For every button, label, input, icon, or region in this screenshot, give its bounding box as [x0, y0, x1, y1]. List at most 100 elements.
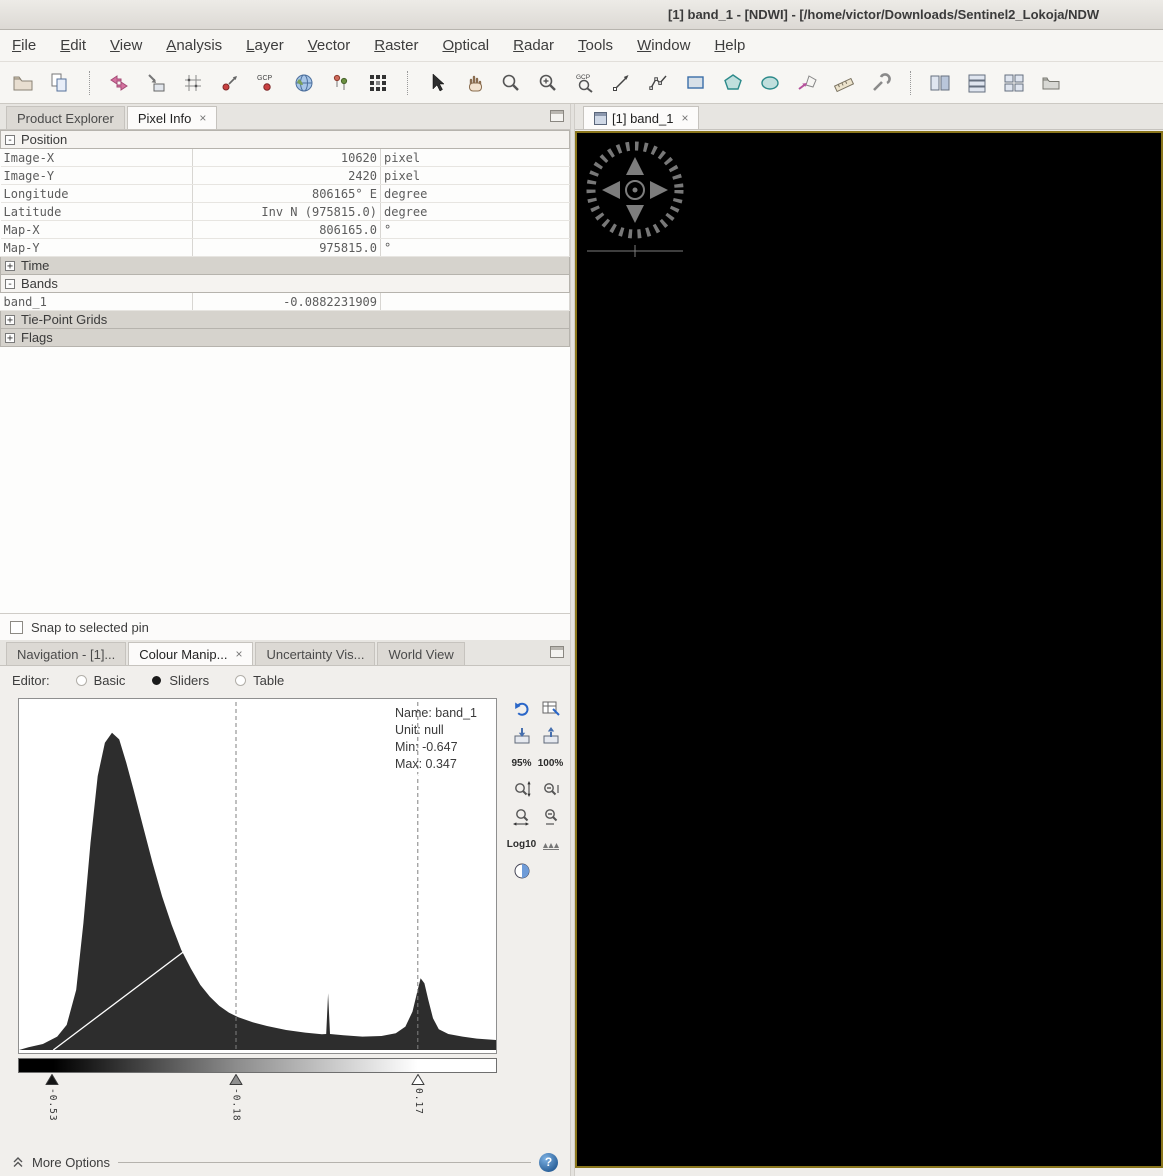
- compass-navigation-control[interactable]: [583, 135, 693, 265]
- zoom-tool-icon[interactable]: [498, 70, 524, 96]
- expand-icon[interactable]: +: [5, 315, 15, 325]
- menu-analysis[interactable]: Analysis: [166, 37, 222, 54]
- zoom-in-horizontal-icon[interactable]: [509, 806, 534, 828]
- editor-radio-basic[interactable]: Basic: [76, 673, 126, 688]
- image-tab-label: [1] band_1: [612, 111, 673, 126]
- insert-geometry-icon[interactable]: [794, 70, 820, 96]
- export-palette-icon[interactable]: [538, 725, 563, 747]
- bottom-tab-colour-manip[interactable]: Colour Manip...×: [128, 642, 253, 665]
- colour-gradient-bar[interactable]: [18, 1058, 497, 1073]
- panel-menu-icon[interactable]: [550, 646, 564, 658]
- menu-layer[interactable]: Layer: [246, 37, 284, 54]
- pixel-row-map-x: Map-X806165.0°: [1, 221, 570, 239]
- explorer-tab-pixel-info[interactable]: Pixel Info×: [127, 106, 218, 129]
- zoom-out-horizontal-icon[interactable]: [538, 806, 563, 828]
- stretch-95-button[interactable]: 95%: [509, 752, 534, 774]
- gcp-add-icon[interactable]: [217, 70, 243, 96]
- ellipse-draw-icon[interactable]: [757, 70, 783, 96]
- expand-icon[interactable]: +: [5, 333, 15, 343]
- bottom-tab-navigation-1[interactable]: Navigation - [1]...: [6, 642, 126, 665]
- line-draw-icon[interactable]: [609, 70, 635, 96]
- menu-tools[interactable]: Tools: [578, 37, 613, 54]
- zoom-in-vertical-icon[interactable]: [509, 779, 534, 801]
- measure-tool-icon[interactable]: [831, 70, 857, 96]
- more-options-label[interactable]: More Options: [32, 1155, 110, 1170]
- section-bands[interactable]: -Bands: [1, 275, 570, 293]
- section-flags[interactable]: +Flags: [1, 329, 570, 347]
- section-tie-point-grids[interactable]: +Tie-Point Grids: [1, 311, 570, 329]
- cell-value: 975815.0: [193, 239, 381, 257]
- open-product-icon[interactable]: [10, 70, 36, 96]
- panel-menu-icon[interactable]: [550, 110, 564, 122]
- editor-radio-sliders[interactable]: Sliders: [151, 673, 209, 688]
- reset-palette-icon[interactable]: [509, 698, 534, 720]
- split-horizontal-icon[interactable]: [964, 70, 990, 96]
- evenly-distribute-icon[interactable]: [538, 833, 563, 855]
- apply-to-other-bands-icon[interactable]: [538, 698, 563, 720]
- editor-radio-table[interactable]: Table: [235, 673, 284, 688]
- image-tab-band1[interactable]: [1] band_1 ×: [583, 106, 699, 129]
- split-vertical-icon[interactable]: [927, 70, 953, 96]
- snap-to-pin-checkbox[interactable]: [10, 621, 23, 634]
- collapse-icon[interactable]: -: [5, 135, 15, 145]
- menu-view[interactable]: View: [110, 37, 142, 54]
- pan-tool-icon[interactable]: [461, 70, 487, 96]
- tile-windows-icon[interactable]: [1001, 70, 1027, 96]
- cascade-windows-icon[interactable]: [1038, 70, 1064, 96]
- palette-editor-icon[interactable]: [509, 860, 534, 882]
- window-titlebar[interactable]: [1] band_1 - [NDWI] - [/home/victor/Down…: [0, 0, 1163, 30]
- pin-manager-icon[interactable]: [328, 70, 354, 96]
- menu-optical[interactable]: Optical: [442, 37, 489, 54]
- editor-row: Editor: BasicSlidersTable: [0, 666, 570, 694]
- menu-radar[interactable]: Radar: [513, 37, 554, 54]
- menu-help[interactable]: Help: [714, 37, 745, 54]
- close-tab-icon[interactable]: ×: [235, 648, 242, 660]
- world-map-icon[interactable]: [291, 70, 317, 96]
- menu-vector[interactable]: Vector: [308, 37, 351, 54]
- slider-triangle-icon: [229, 1074, 242, 1085]
- bottom-tab-uncertainty-vis[interactable]: Uncertainty Vis...: [255, 642, 375, 665]
- colour-slider-2[interactable]: 0.17: [412, 1074, 425, 1115]
- menu-file[interactable]: File: [12, 37, 36, 54]
- selection-tool-icon[interactable]: [424, 70, 450, 96]
- collapse-icon[interactable]: -: [5, 279, 15, 289]
- save-product-icon[interactable]: [47, 70, 73, 96]
- polyline-draw-icon[interactable]: [646, 70, 672, 96]
- tie-point-grid-icon[interactable]: [180, 70, 206, 96]
- section-position[interactable]: -Position: [1, 131, 570, 149]
- menu-raster[interactable]: Raster: [374, 37, 418, 54]
- bottom-tab-world-view[interactable]: World View: [377, 642, 464, 665]
- menu-window[interactable]: Window: [637, 37, 690, 54]
- close-tab-icon[interactable]: ×: [681, 112, 688, 124]
- log-scaling-button[interactable]: Log10: [509, 833, 534, 855]
- pixel-info-panel: -PositionImage-X10620pixelImage-Y2420pix…: [0, 130, 570, 614]
- help-icon[interactable]: ?: [539, 1153, 558, 1172]
- close-tab-icon[interactable]: ×: [199, 112, 206, 124]
- colour-slider-1[interactable]: -0.18: [229, 1074, 242, 1122]
- section-time[interactable]: +Time: [1, 257, 570, 275]
- image-canvas[interactable]: [575, 131, 1163, 1168]
- import-product-icon[interactable]: [143, 70, 169, 96]
- polygon-draw-icon[interactable]: [720, 70, 746, 96]
- toolbar-separator: [407, 71, 408, 95]
- stretch-100-button[interactable]: 100%: [538, 752, 563, 774]
- explorer-tab-product-explorer[interactable]: Product Explorer: [6, 106, 125, 129]
- expand-icon[interactable]: +: [5, 261, 15, 271]
- rectangle-draw-icon[interactable]: [683, 70, 709, 96]
- slider-value-label: -0.18: [230, 1088, 241, 1122]
- tools-wrench-icon[interactable]: [868, 70, 894, 96]
- histogram-plot[interactable]: Name: band_1 Unit: null Min: -0.647 Max:…: [18, 698, 497, 1054]
- histogram-info: Name: band_1 Unit: null Min: -0.647 Max:…: [395, 705, 477, 773]
- bottom-tabrow: Navigation - [1]...Colour Manip...×Uncer…: [0, 640, 570, 666]
- menu-edit[interactable]: Edit: [60, 37, 86, 54]
- import-palette-icon[interactable]: [509, 725, 534, 747]
- zoom-out-vertical-icon[interactable]: [538, 779, 563, 801]
- colour-slider-0[interactable]: -0.53: [46, 1074, 59, 1122]
- cell-name: Image-X: [1, 149, 193, 167]
- export-view-icon[interactable]: [106, 70, 132, 96]
- gcp-zoom-icon[interactable]: GCP: [572, 70, 598, 96]
- zoom-in-tool-icon[interactable]: [535, 70, 561, 96]
- gcp-manager-icon[interactable]: GCP: [254, 70, 280, 96]
- matrix-icon[interactable]: [365, 70, 391, 96]
- collapse-chevrons-icon[interactable]: [12, 1156, 24, 1168]
